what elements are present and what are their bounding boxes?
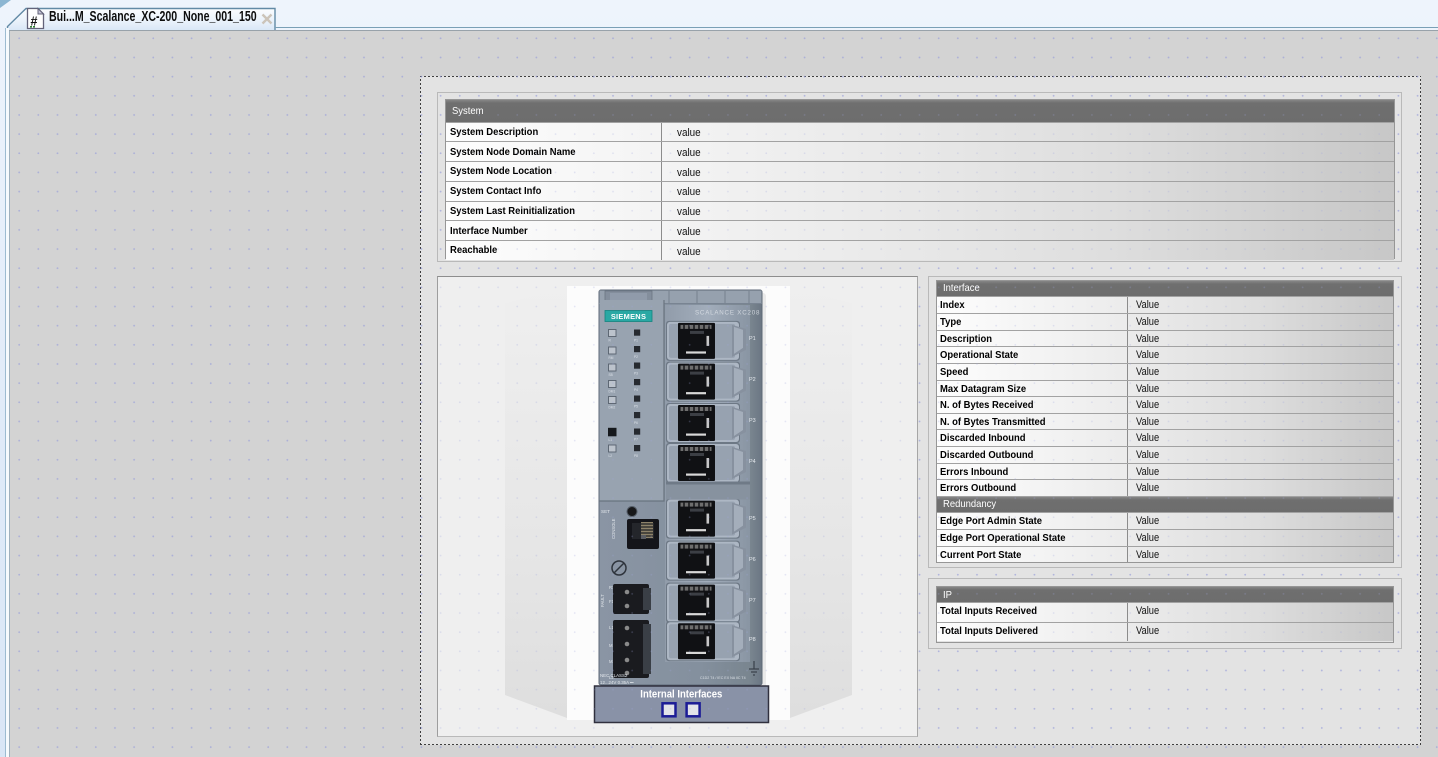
- svg-text:P8: P8: [749, 637, 756, 643]
- svg-text:SB: SB: [609, 373, 613, 377]
- svg-text:P6: P6: [634, 421, 638, 425]
- svg-text:NEC CLASS2: NEC CLASS2: [600, 673, 628, 678]
- svg-text:P2: P2: [749, 377, 756, 383]
- svg-text:L1: L1: [609, 438, 613, 442]
- svg-text:P4: P4: [749, 459, 756, 465]
- svg-text:DM2: DM2: [609, 406, 616, 410]
- svg-text:SET: SET: [601, 509, 610, 514]
- svg-text:P4: P4: [634, 388, 638, 392]
- svg-text:P7: P7: [749, 598, 756, 604]
- svg-text:12...24V 0.35A ⎓: 12...24V 0.35A ⎓: [600, 680, 634, 685]
- svg-text:P7: P7: [634, 438, 638, 442]
- svg-text:P2: P2: [634, 355, 638, 359]
- svg-text:P5: P5: [749, 516, 756, 522]
- svg-text:SCALANCE XC208: SCALANCE XC208: [695, 310, 760, 317]
- svg-text:P3: P3: [634, 372, 638, 376]
- svg-text:C1D2 T4 / IEC EX NA IIC T4: C1D2 T4 / IEC EX NA IIC T4: [700, 676, 746, 680]
- svg-text:P1: P1: [634, 339, 638, 343]
- svg-text:P8: P8: [634, 454, 638, 458]
- svg-text:RM: RM: [609, 356, 614, 360]
- svg-text:L2: L2: [609, 454, 613, 458]
- svg-text:Internal Interfaces: Internal Interfaces: [640, 689, 722, 701]
- svg-text:FAULT: FAULT: [600, 594, 605, 607]
- svg-text:P1: P1: [749, 336, 756, 342]
- svg-text:P5: P5: [634, 405, 638, 409]
- svg-text:P3: P3: [749, 418, 756, 424]
- svg-text:P6: P6: [749, 557, 756, 563]
- svg-text:CONSOLE: CONSOLE: [611, 518, 616, 539]
- svg-text:DM1: DM1: [609, 390, 616, 394]
- svg-text:SIEMENS: SIEMENS: [611, 312, 646, 321]
